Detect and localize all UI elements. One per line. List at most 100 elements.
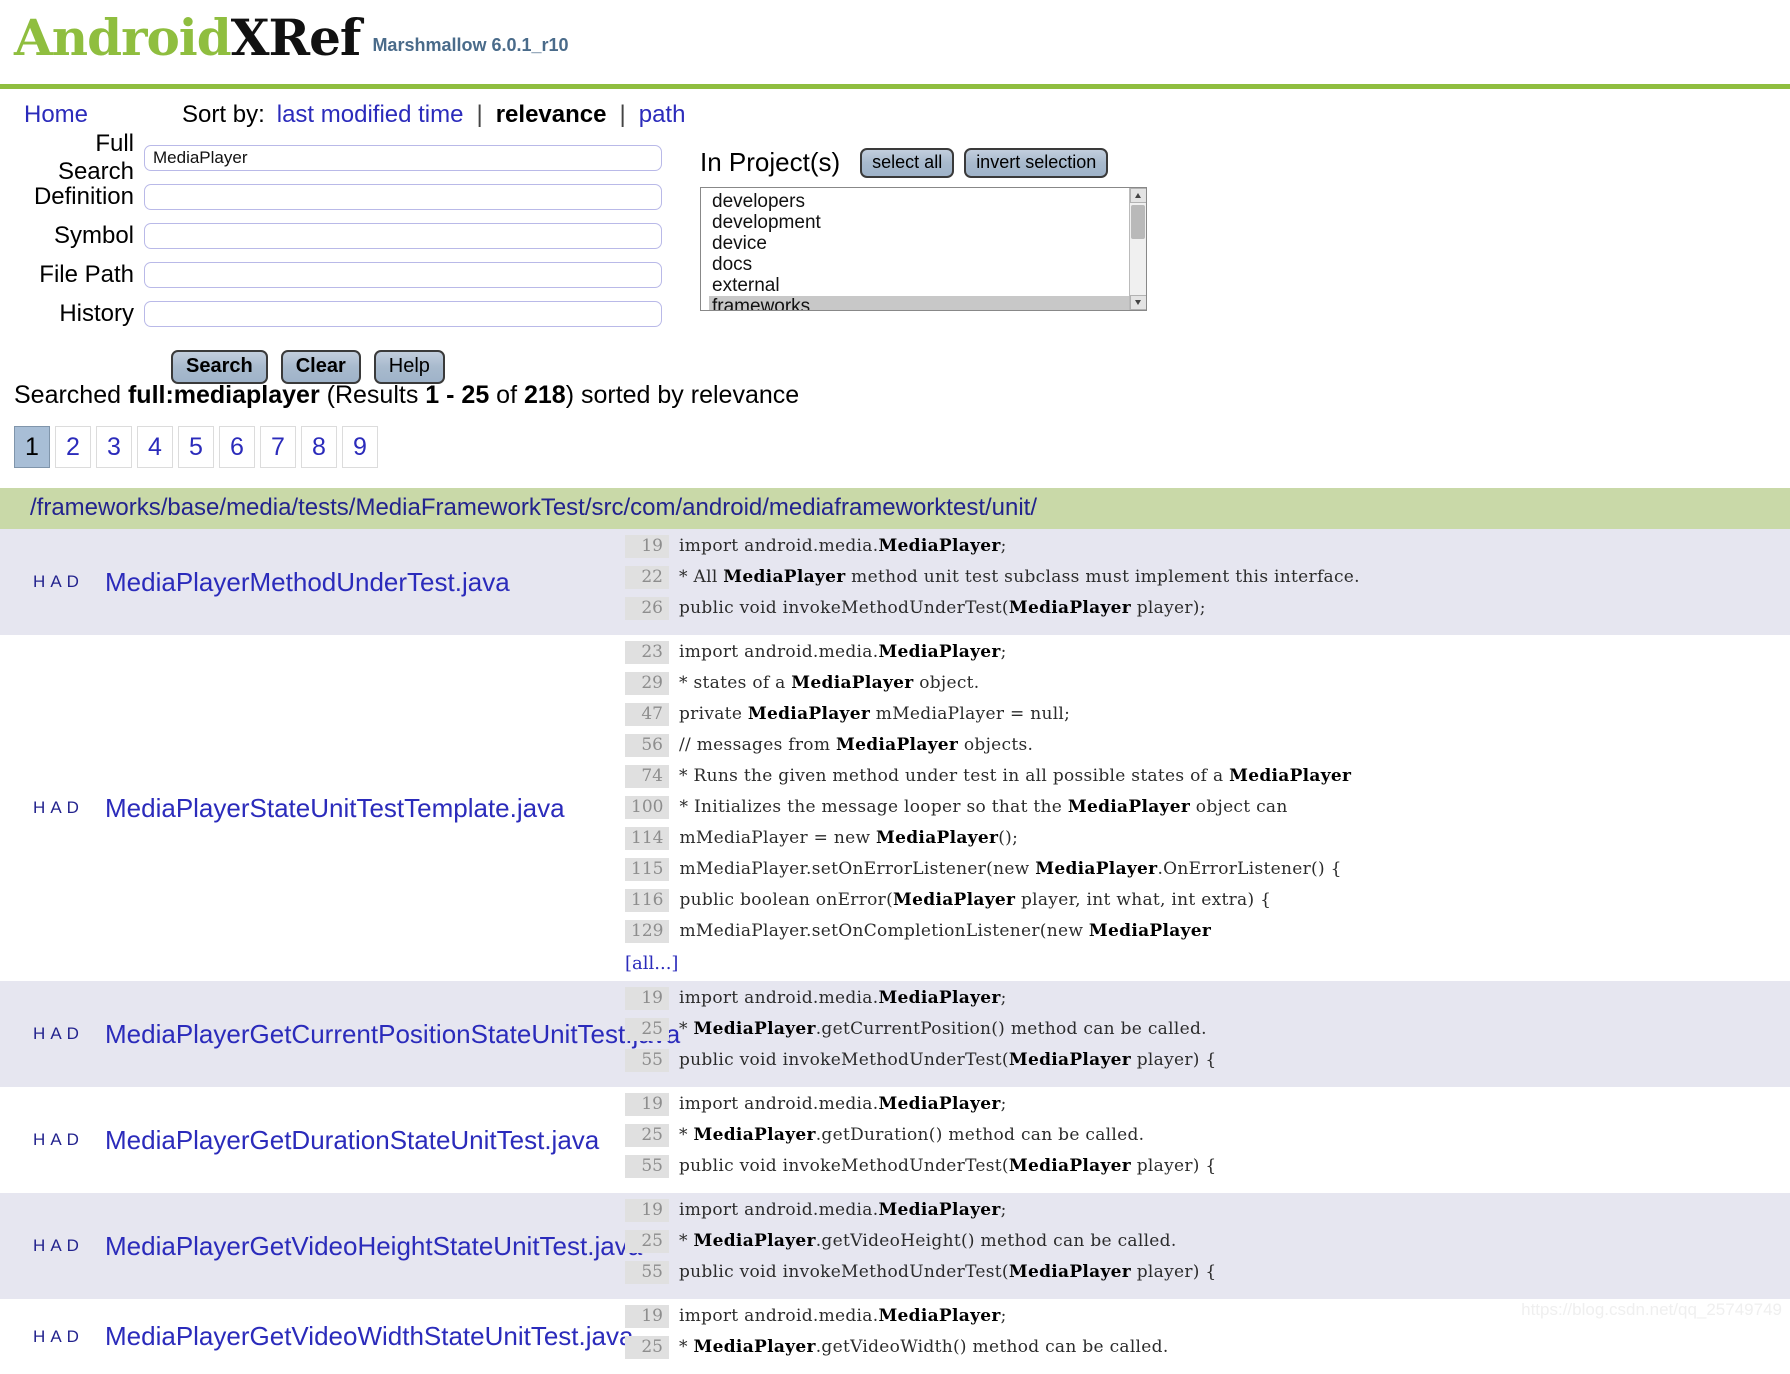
directory-path-link[interactable]: /frameworks/base/media/tests/MediaFramew… (30, 494, 1037, 521)
pagination-page-1[interactable]: 1 (14, 426, 50, 468)
line-number[interactable]: 19 (625, 535, 669, 558)
snippet-line: 19 import android.media.MediaPlayer; (625, 1305, 1790, 1336)
file-path-input[interactable] (144, 262, 662, 288)
line-code: public void invokeMethodUnderTest(MediaP… (679, 1262, 1217, 1282)
project-item-device[interactable]: device (709, 233, 1129, 254)
marker-link-h[interactable]: H (33, 1024, 46, 1044)
search-button[interactable]: Search (171, 350, 268, 384)
show-all-matches-link[interactable]: [all...] (625, 953, 678, 974)
marker-link-h[interactable]: H (33, 1236, 46, 1256)
line-number[interactable]: 55 (625, 1049, 669, 1072)
line-number[interactable]: 115 (625, 858, 670, 881)
site-logo[interactable]: Android XRef Marshmallow 6.0.1_r10 (14, 8, 1790, 67)
file-link[interactable]: MediaPlayerGetDurationStateUnitTest.java (105, 1125, 599, 1156)
row-markers: HAD (0, 1299, 105, 1374)
pagination-page-6[interactable]: 6 (219, 426, 255, 468)
summary-query: full:mediaplayer (127, 381, 320, 409)
snippet-line: 25 * MediaPlayer.getVideoHeight() method … (625, 1230, 1790, 1261)
marker-link-a[interactable]: A (50, 572, 62, 592)
scrollbar-thumb[interactable] (1131, 205, 1145, 239)
line-number[interactable]: 19 (625, 1093, 669, 1116)
label-full-search: Full Search (57, 130, 134, 185)
marker-link-h[interactable]: H (33, 798, 46, 818)
line-number[interactable]: 55 (625, 1261, 669, 1284)
line-number[interactable]: 25 (625, 1230, 669, 1253)
history-input[interactable] (144, 301, 662, 327)
pagination-page-3[interactable]: 3 (96, 426, 132, 468)
marker-link-d[interactable]: D (67, 1236, 80, 1256)
full-search-input[interactable] (144, 145, 662, 171)
line-code: public void invokeMethodUnderTest(MediaP… (679, 1156, 1217, 1176)
pagination-page-2[interactable]: 2 (55, 426, 91, 468)
marker-link-d[interactable]: D (67, 1024, 80, 1044)
marker-link-a[interactable]: A (50, 798, 62, 818)
file-link[interactable]: MediaPlayerGetVideoWidthStateUnitTest.ja… (105, 1321, 633, 1352)
nav-home-link[interactable]: Home (24, 101, 88, 129)
marker-link-a[interactable]: A (50, 1024, 62, 1044)
snippet-line: 25 * MediaPlayer.getVideoWidth() method c… (625, 1336, 1790, 1367)
file-link[interactable]: MediaPlayerGetVideoHeightStateUnitTest.j… (105, 1231, 642, 1262)
directory-header: /frameworks/base/media/tests/MediaFramew… (0, 488, 1790, 529)
sort-option-last-modified-time[interactable]: last modified time (277, 101, 464, 129)
line-number[interactable]: 100 (625, 796, 670, 819)
symbol-input[interactable] (144, 223, 662, 249)
select-all-button[interactable]: select all (860, 147, 955, 178)
pagination-page-5[interactable]: 5 (178, 426, 214, 468)
line-number[interactable]: 74 (625, 765, 669, 788)
scroll-up-arrow-icon[interactable] (1130, 188, 1146, 203)
line-number[interactable]: 129 (625, 920, 670, 943)
scroll-down-arrow-icon[interactable] (1130, 295, 1146, 310)
project-item-development[interactable]: development (709, 212, 1129, 233)
line-code: * MediaPlayer.getDuration() method can b… (679, 1125, 1145, 1145)
line-number[interactable]: 114 (625, 827, 670, 850)
pagination-page-4[interactable]: 4 (137, 426, 173, 468)
clear-button[interactable]: Clear (280, 350, 361, 384)
line-number[interactable]: 29 (625, 672, 669, 695)
search-hit: MediaPlayer (693, 1231, 816, 1251)
marker-link-d[interactable]: D (67, 1327, 80, 1347)
file-link[interactable]: MediaPlayerGetCurrentPositionStateUnitTe… (105, 1019, 680, 1050)
line-number[interactable]: 47 (625, 703, 669, 726)
pagination-page-7[interactable]: 7 (260, 426, 296, 468)
projects-listbox[interactable]: developers development device docs exter… (700, 187, 1147, 311)
file-link[interactable]: MediaPlayerStateUnitTestTemplate.java (105, 793, 565, 824)
pagination-page-9[interactable]: 9 (342, 426, 378, 468)
line-number[interactable]: 25 (625, 1018, 669, 1041)
project-item-frameworks[interactable]: frameworks (709, 296, 1129, 310)
line-number[interactable]: 25 (625, 1336, 669, 1359)
marker-link-d[interactable]: D (67, 798, 80, 818)
marker-link-a[interactable]: A (50, 1130, 62, 1150)
snippet-line: 19 import android.media.MediaPlayer; (625, 1199, 1790, 1230)
line-number[interactable]: 23 (625, 641, 669, 664)
line-code: * MediaPlayer.getVideoHeight() method ca… (679, 1231, 1177, 1251)
marker-link-d[interactable]: D (67, 1130, 80, 1150)
marker-link-h[interactable]: H (33, 1130, 46, 1150)
project-item-docs[interactable]: docs (709, 254, 1129, 275)
line-number[interactable]: 26 (625, 597, 669, 620)
line-number[interactable]: 55 (625, 1155, 669, 1178)
marker-link-h[interactable]: H (33, 572, 46, 592)
project-item-external[interactable]: external (709, 275, 1129, 296)
file-link[interactable]: MediaPlayerMethodUnderTest.java (105, 567, 510, 598)
projects-scrollbar[interactable] (1129, 188, 1146, 310)
line-number[interactable]: 25 (625, 1124, 669, 1147)
definition-input[interactable] (144, 184, 662, 210)
line-number[interactable]: 19 (625, 1199, 669, 1222)
marker-link-d[interactable]: D (67, 572, 80, 592)
line-number[interactable]: 56 (625, 734, 669, 757)
search-hit: MediaPlayer (878, 1200, 1001, 1220)
help-button[interactable]: Help (373, 350, 445, 384)
line-number[interactable]: 22 (625, 566, 669, 589)
marker-link-h[interactable]: H (33, 1327, 46, 1347)
marker-link-a[interactable]: A (50, 1327, 62, 1347)
summary-prefix: Searched (14, 381, 128, 409)
line-number[interactable]: 116 (625, 889, 670, 912)
invert-selection-button[interactable]: invert selection (964, 147, 1109, 178)
marker-link-a[interactable]: A (50, 1236, 62, 1256)
sort-option-path[interactable]: path (639, 101, 686, 129)
pagination-page-8[interactable]: 8 (301, 426, 337, 468)
project-item-developers[interactable]: developers (709, 191, 1129, 212)
line-number[interactable]: 19 (625, 1305, 669, 1328)
sort-option-relevance[interactable]: relevance (496, 101, 607, 129)
line-number[interactable]: 19 (625, 987, 669, 1010)
